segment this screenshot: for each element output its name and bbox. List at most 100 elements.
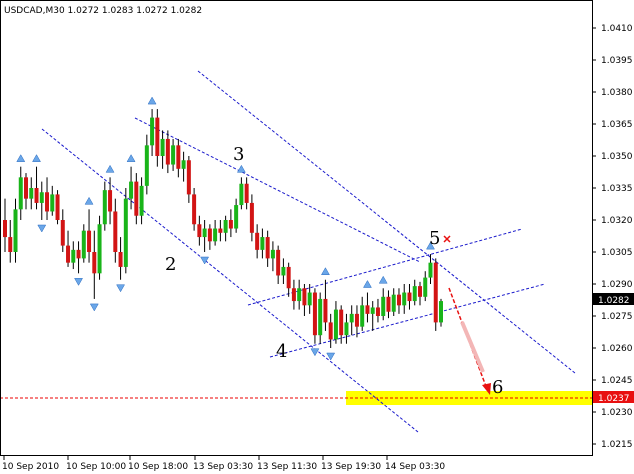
candle bbox=[144, 134, 149, 195]
candle bbox=[260, 228, 265, 259]
candle bbox=[50, 185, 55, 216]
candle bbox=[402, 284, 407, 314]
candle-body bbox=[286, 266, 291, 289]
candle bbox=[8, 220, 13, 263]
x-tick-label: 10 Sep 10:00 bbox=[66, 462, 126, 472]
candle-body bbox=[213, 228, 218, 242]
fractal-down-icon bbox=[116, 284, 125, 293]
y-tick-label: 1.0230 bbox=[601, 408, 633, 418]
candle bbox=[218, 220, 223, 242]
y-axis-ticks: 1.0410 1.0395 1.0380 1.0365 1.0350 1.0335 1.03… bbox=[592, 24, 633, 450]
candle-body bbox=[155, 117, 160, 156]
candle bbox=[118, 237, 123, 280]
candle-body bbox=[3, 220, 7, 238]
candle-body bbox=[55, 194, 60, 220]
wave-label-5: 5 bbox=[429, 228, 440, 249]
candle bbox=[323, 279, 328, 331]
candle bbox=[396, 288, 401, 314]
candle bbox=[360, 296, 365, 331]
candle bbox=[192, 188, 197, 231]
candle-body bbox=[176, 145, 181, 169]
candle-body bbox=[45, 192, 50, 212]
candle bbox=[108, 177, 113, 225]
candle-body bbox=[339, 309, 344, 336]
wave-label-3: 3 bbox=[233, 144, 244, 165]
wave-label-2: 2 bbox=[165, 254, 176, 275]
candle-body bbox=[66, 245, 71, 263]
candle-body bbox=[302, 288, 307, 306]
candle-body bbox=[181, 160, 186, 169]
fractal-down-icon bbox=[200, 256, 210, 265]
candle-body bbox=[171, 145, 176, 165]
candle-body bbox=[113, 211, 118, 252]
candle bbox=[381, 288, 386, 321]
candle-body bbox=[428, 262, 433, 278]
candle bbox=[428, 254, 433, 284]
fractal-up-icon bbox=[105, 164, 115, 173]
candle-body bbox=[118, 252, 123, 267]
candle-body bbox=[81, 230, 86, 259]
current-price-badge: 1.0282 bbox=[593, 293, 634, 306]
fractal-up-icon bbox=[84, 196, 94, 205]
candle-body bbox=[423, 277, 428, 297]
candle bbox=[423, 271, 428, 302]
candle bbox=[249, 194, 254, 242]
candle bbox=[281, 258, 286, 284]
candle-body bbox=[160, 138, 165, 156]
candle bbox=[55, 190, 60, 225]
candle bbox=[365, 292, 370, 323]
candle bbox=[24, 173, 29, 210]
candle bbox=[386, 290, 391, 319]
candle bbox=[39, 181, 44, 220]
candle bbox=[417, 281, 422, 306]
candle-body bbox=[312, 292, 317, 336]
candle-body bbox=[244, 183, 249, 203]
x-tick-label: 13 Sep 19:30 bbox=[321, 462, 381, 472]
candle bbox=[139, 177, 144, 225]
candle-body bbox=[402, 292, 407, 306]
fractal-up-icon bbox=[378, 275, 388, 284]
candle-body bbox=[102, 190, 107, 225]
y-tick-label: 1.0245 bbox=[601, 376, 633, 386]
chart-window[interactable]: 2 3 4 5 6 USDCAD,M30 1.0272 1.0283 1.027… bbox=[0, 0, 634, 474]
candle-body bbox=[381, 296, 386, 316]
candle-body bbox=[318, 298, 323, 336]
candle-body bbox=[375, 307, 380, 316]
y-tick-label: 1.0320 bbox=[601, 216, 633, 226]
candle bbox=[213, 220, 218, 246]
candles-layer bbox=[3, 109, 443, 348]
wave-label-6: 6 bbox=[492, 377, 503, 398]
target-price-label: 1.0237 bbox=[598, 394, 630, 404]
candle bbox=[18, 166, 23, 220]
candle-body bbox=[255, 232, 260, 250]
fractal-down-icon bbox=[310, 348, 320, 357]
y-tick-label: 1.0410 bbox=[601, 24, 633, 34]
price-chart[interactable]: 2 3 4 5 6 USDCAD,M30 1.0272 1.0283 1.027… bbox=[0, 0, 634, 474]
candle-body bbox=[344, 322, 349, 336]
candle bbox=[160, 130, 165, 169]
candle-body bbox=[276, 249, 281, 276]
candle bbox=[3, 198, 7, 252]
candle-body bbox=[297, 288, 302, 302]
current-price-label: 1.0282 bbox=[598, 296, 630, 306]
candle-body bbox=[249, 202, 254, 233]
x-tick-label: 13 Sep 03:30 bbox=[193, 462, 253, 472]
candle-body bbox=[129, 181, 134, 199]
x-tick-label: 13 Sep 11:30 bbox=[257, 462, 317, 472]
candle bbox=[318, 292, 323, 344]
candle-body bbox=[150, 117, 155, 146]
candle-body bbox=[354, 313, 359, 327]
candle bbox=[239, 177, 244, 210]
candle-body bbox=[165, 138, 170, 165]
candle-body bbox=[265, 237, 270, 259]
candle-body bbox=[228, 220, 233, 229]
candle bbox=[113, 198, 118, 263]
candle bbox=[286, 262, 291, 297]
candle-body bbox=[24, 177, 29, 199]
candle bbox=[433, 258, 438, 331]
candle bbox=[97, 215, 102, 280]
y-tick-label: 1.0395 bbox=[601, 56, 633, 66]
y-tick-label: 1.0350 bbox=[601, 152, 633, 162]
y-tick-label: 1.0365 bbox=[601, 120, 633, 130]
candle bbox=[45, 177, 50, 220]
